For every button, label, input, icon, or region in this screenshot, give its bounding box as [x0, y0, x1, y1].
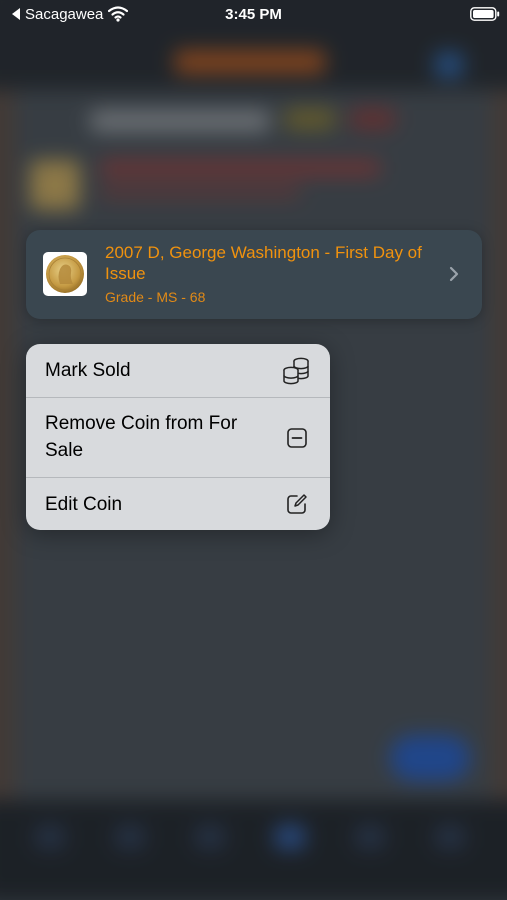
menu-item-label: Mark Sold	[45, 360, 131, 381]
chevron-right-icon	[449, 266, 459, 282]
battery-icon	[470, 7, 500, 21]
menu-item-remove-from-for-sale[interactable]: Remove Coin from For Sale	[26, 398, 330, 477]
coin-preview-card[interactable]: 2007 D, George Washington - First Day of…	[26, 230, 482, 319]
menu-item-label: Remove Coin from For Sale	[45, 413, 238, 461]
menu-item-label: Edit Coin	[45, 494, 123, 515]
menu-item-mark-sold[interactable]: Mark Sold	[26, 344, 330, 397]
minus-square-icon	[287, 428, 307, 448]
menu-item-edit-coin[interactable]: Edit Coin	[26, 478, 330, 530]
coin-image-icon	[46, 255, 84, 293]
coin-grade: Grade - MS - 68	[105, 289, 206, 305]
edit-square-icon	[287, 494, 307, 514]
coin-title: 2007 D, George Washington - First Day of…	[105, 243, 422, 283]
coin-thumbnail	[43, 252, 87, 296]
status-bar: Sacagawea 3:45 PM	[0, 0, 507, 30]
coins-stack-icon	[283, 357, 309, 385]
status-time: 3:45 PM	[225, 6, 282, 23]
context-menu: Mark Sold Remove Coin from For Sale Edit…	[26, 344, 330, 530]
